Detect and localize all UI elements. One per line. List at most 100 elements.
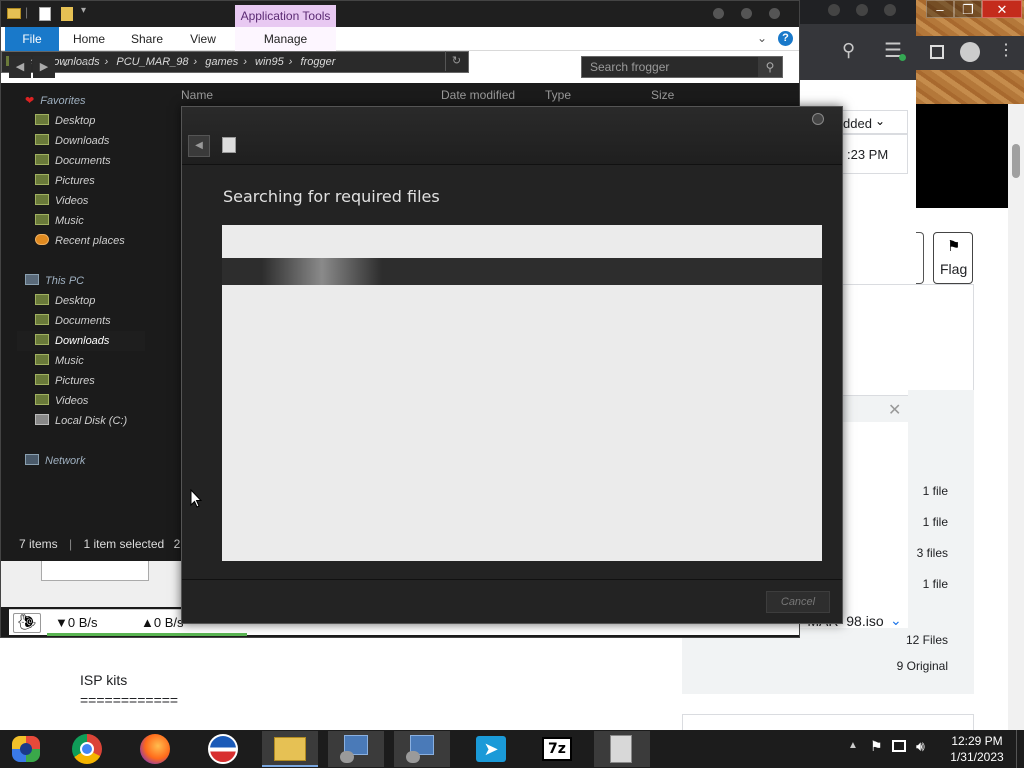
nav-label: Downloads [55, 135, 110, 147]
show-desktop-button[interactable] [1016, 730, 1024, 768]
firefox-button[interactable] [126, 731, 182, 767]
column-date-modified[interactable]: Date modified [441, 88, 515, 102]
close-button[interactable] [812, 113, 824, 125]
address-bar[interactable]: « Downloads› PCU_MAR_98› games› win95› f… [1, 51, 469, 73]
tab-home[interactable]: Home [65, 27, 113, 51]
nav-pc-downloads[interactable]: Downloads [17, 331, 145, 351]
search-icon[interactable]: ⚲ [758, 57, 782, 77]
nav-fav-downloads[interactable]: Downloads [35, 131, 109, 151]
sort-column-label: dded [843, 116, 872, 131]
nav-pc-documents[interactable]: Documents [35, 311, 111, 331]
properties-icon[interactable] [39, 7, 51, 21]
nav-label: Desktop [55, 295, 96, 307]
nav-pc-videos[interactable]: Videos [35, 391, 88, 411]
minimize-button[interactable] [713, 8, 724, 19]
nav-label: Favorites [40, 95, 86, 107]
nav-fav-desktop[interactable]: Desktop [35, 111, 95, 131]
flag-button[interactable]: ⚑ Flag [933, 232, 973, 284]
network-icon[interactable] [892, 740, 906, 752]
navigation-pane: ❤ Favorites Desktop Downloads Documents P… [1, 85, 181, 529]
documents-icon [35, 314, 49, 325]
snail-icon[interactable]: 🐌︎ [13, 613, 41, 633]
chevron-down-icon[interactable]: ⌄ [757, 31, 767, 45]
flag-icon: ⚑ [947, 238, 961, 255]
breadcrumb-item[interactable]: games [205, 56, 238, 68]
tab-view[interactable]: View [181, 27, 225, 51]
search-icon[interactable]: ⚲ [842, 40, 855, 61]
installer-disc-icon [340, 751, 354, 763]
chevron-down-icon[interactable]: ⌄ [890, 612, 902, 629]
file-count: 1 file [922, 515, 948, 529]
recent-locations-icon[interactable]: ⌄ [61, 58, 69, 69]
archive-button[interactable] [594, 731, 650, 767]
flag-icon[interactable]: ⚑ [870, 738, 883, 755]
nav-label: Recent places [55, 235, 125, 247]
installer-button[interactable] [328, 731, 384, 767]
nav-label: Documents [55, 155, 111, 167]
dialog-title-bar [182, 107, 842, 165]
nav-pc-local-disk[interactable]: Local Disk (C:) [35, 411, 127, 431]
nav-pc-desktop[interactable]: Desktop [35, 291, 95, 311]
nav-fav-recent[interactable]: Recent places [35, 231, 125, 251]
button-edge[interactable] [916, 232, 924, 284]
more-icon[interactable]: ⋮ [998, 42, 1014, 60]
system-clock[interactable]: 12:29 PM 1/31/2023 [944, 733, 1010, 765]
column-name[interactable]: Name [181, 88, 213, 102]
cancel-button[interactable]: Cancel [766, 591, 830, 613]
restore-button[interactable]: ❐ [954, 0, 982, 18]
nav-pc-music[interactable]: Music [35, 351, 84, 371]
maximize-button[interactable] [741, 8, 752, 19]
chevron-down-icon[interactable]: ▾ [81, 5, 86, 16]
desktop-wallpaper: – ❐ ✕ ⋮ [916, 0, 1024, 104]
start-icon-center [20, 743, 32, 755]
nav-label: Pictures [55, 175, 95, 187]
start-button[interactable] [0, 731, 56, 767]
installer-button-2[interactable] [394, 731, 450, 767]
new-folder-icon[interactable] [61, 7, 73, 21]
nav-fav-pictures[interactable]: Pictures [35, 171, 95, 191]
nav-this-pc[interactable]: This PC [25, 271, 84, 291]
date-text: :23 PM [847, 147, 889, 162]
nav-fav-documents[interactable]: Documents [35, 151, 111, 171]
nav-label: Desktop [55, 115, 96, 127]
forward-button[interactable]: ▶ [33, 56, 55, 78]
obama-app-button[interactable] [194, 731, 250, 767]
column-size[interactable]: Size [651, 88, 674, 102]
chrome-button[interactable] [60, 731, 116, 767]
nav-label: Local Disk (C:) [55, 415, 128, 427]
nav-favorites[interactable]: ❤ Favorites [25, 91, 85, 111]
breadcrumb-item[interactable]: PCU_MAR_98 [116, 56, 188, 68]
nav-fav-music[interactable]: Music [35, 211, 84, 231]
avatar[interactable] [960, 42, 980, 62]
minimize-button[interactable]: – [926, 0, 954, 18]
nav-pc-pictures[interactable]: Pictures [35, 371, 95, 391]
help-icon[interactable]: ? [778, 31, 793, 46]
remote-desktop-button[interactable]: ➤ [464, 731, 520, 767]
input-box[interactable] [41, 561, 149, 581]
close-button[interactable] [769, 8, 780, 19]
back-button[interactable]: ◀ [188, 135, 210, 157]
nav-fav-videos[interactable]: Videos [35, 191, 88, 211]
column-type[interactable]: Type [545, 88, 571, 102]
tab-file[interactable]: File [5, 27, 59, 51]
tab-manage[interactable]: Manage [235, 27, 336, 51]
breadcrumb-item[interactable]: win95 [255, 56, 284, 68]
breadcrumb-item[interactable]: frogger [301, 56, 336, 68]
scrollbar[interactable] [1008, 104, 1024, 730]
nav-network[interactable]: Network [25, 451, 85, 471]
file-explorer-button[interactable] [262, 731, 318, 767]
side-panel-icon[interactable] [930, 45, 944, 59]
refresh-icon[interactable]: ↻ [445, 51, 467, 71]
folder-icon [7, 8, 21, 19]
close-button[interactable]: ✕ [982, 0, 1022, 18]
scrollbar-thumb[interactable] [1012, 144, 1020, 178]
search-input[interactable]: Search frogger ⚲ [581, 56, 783, 78]
tab-share[interactable]: Share [123, 27, 171, 51]
close-icon[interactable]: ✕ [888, 400, 901, 420]
volume-icon[interactable]: 🔊︎ [916, 738, 925, 755]
7zip-button[interactable]: 7z [528, 731, 584, 767]
back-button[interactable]: ◀ [9, 56, 31, 78]
pictures-icon [35, 174, 49, 185]
up-arrow-icon[interactable]: ↑ [84, 56, 92, 74]
chevron-up-icon[interactable]: ▲ [848, 740, 858, 751]
